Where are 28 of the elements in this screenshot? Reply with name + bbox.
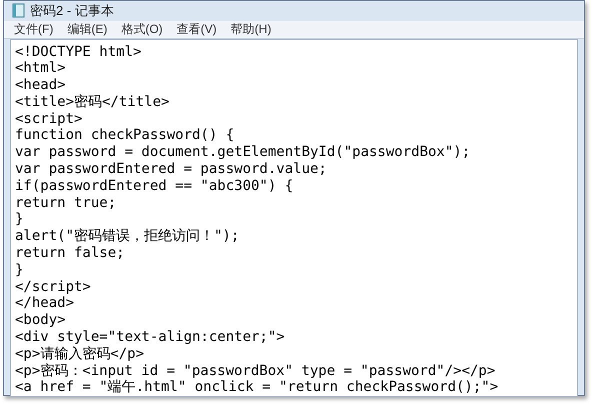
code-line: function checkPassword() { [15, 127, 234, 144]
menu-item[interactable]: 格式(O) [121, 20, 163, 38]
code-line: } [15, 262, 24, 279]
code-line: </head> [15, 295, 74, 312]
code-line: <body> [15, 312, 66, 330]
code-line: var password = document.getElementById("passwordBox"); [15, 144, 470, 162]
code-line: <html> [15, 60, 66, 78]
code-line: if(passwordEntered == "abc300") { [15, 178, 294, 195]
menu-item[interactable]: 帮助(H) [230, 20, 272, 38]
code-line: } [15, 211, 24, 228]
code-line: return true; [15, 194, 116, 212]
code-line: <p>密码：<input id = "passwordBox" type = "password"/></p> [15, 362, 496, 380]
window-title: 密码2 - 记事本 [30, 2, 114, 20]
code-line: <a href = "端午.html" onclick = "return checkPassword();"> [15, 379, 498, 396]
code-line: <div style="text-align:center;"> [15, 329, 285, 346]
code-line: </script> [15, 278, 91, 296]
code-line: <head> [15, 77, 66, 94]
menu-item[interactable]: 编辑(E) [67, 20, 108, 38]
code-line: <title>密码</title> [15, 94, 170, 111]
code-line: alert("密码错误，拒绝访问！"); [15, 228, 240, 246]
notepad-icon [12, 3, 26, 18]
code-line: return false; [15, 245, 125, 262]
code-line: <!DOCTYPE html> [15, 44, 142, 60]
menu-item[interactable]: 查看(V) [176, 20, 217, 38]
code-line: var passwordEntered = password.value; [15, 161, 327, 178]
menu-item[interactable]: 文件(F) [14, 20, 54, 38]
code-line: <p>请输入密码</p> [15, 346, 144, 363]
code-line: <script> [15, 110, 82, 128]
